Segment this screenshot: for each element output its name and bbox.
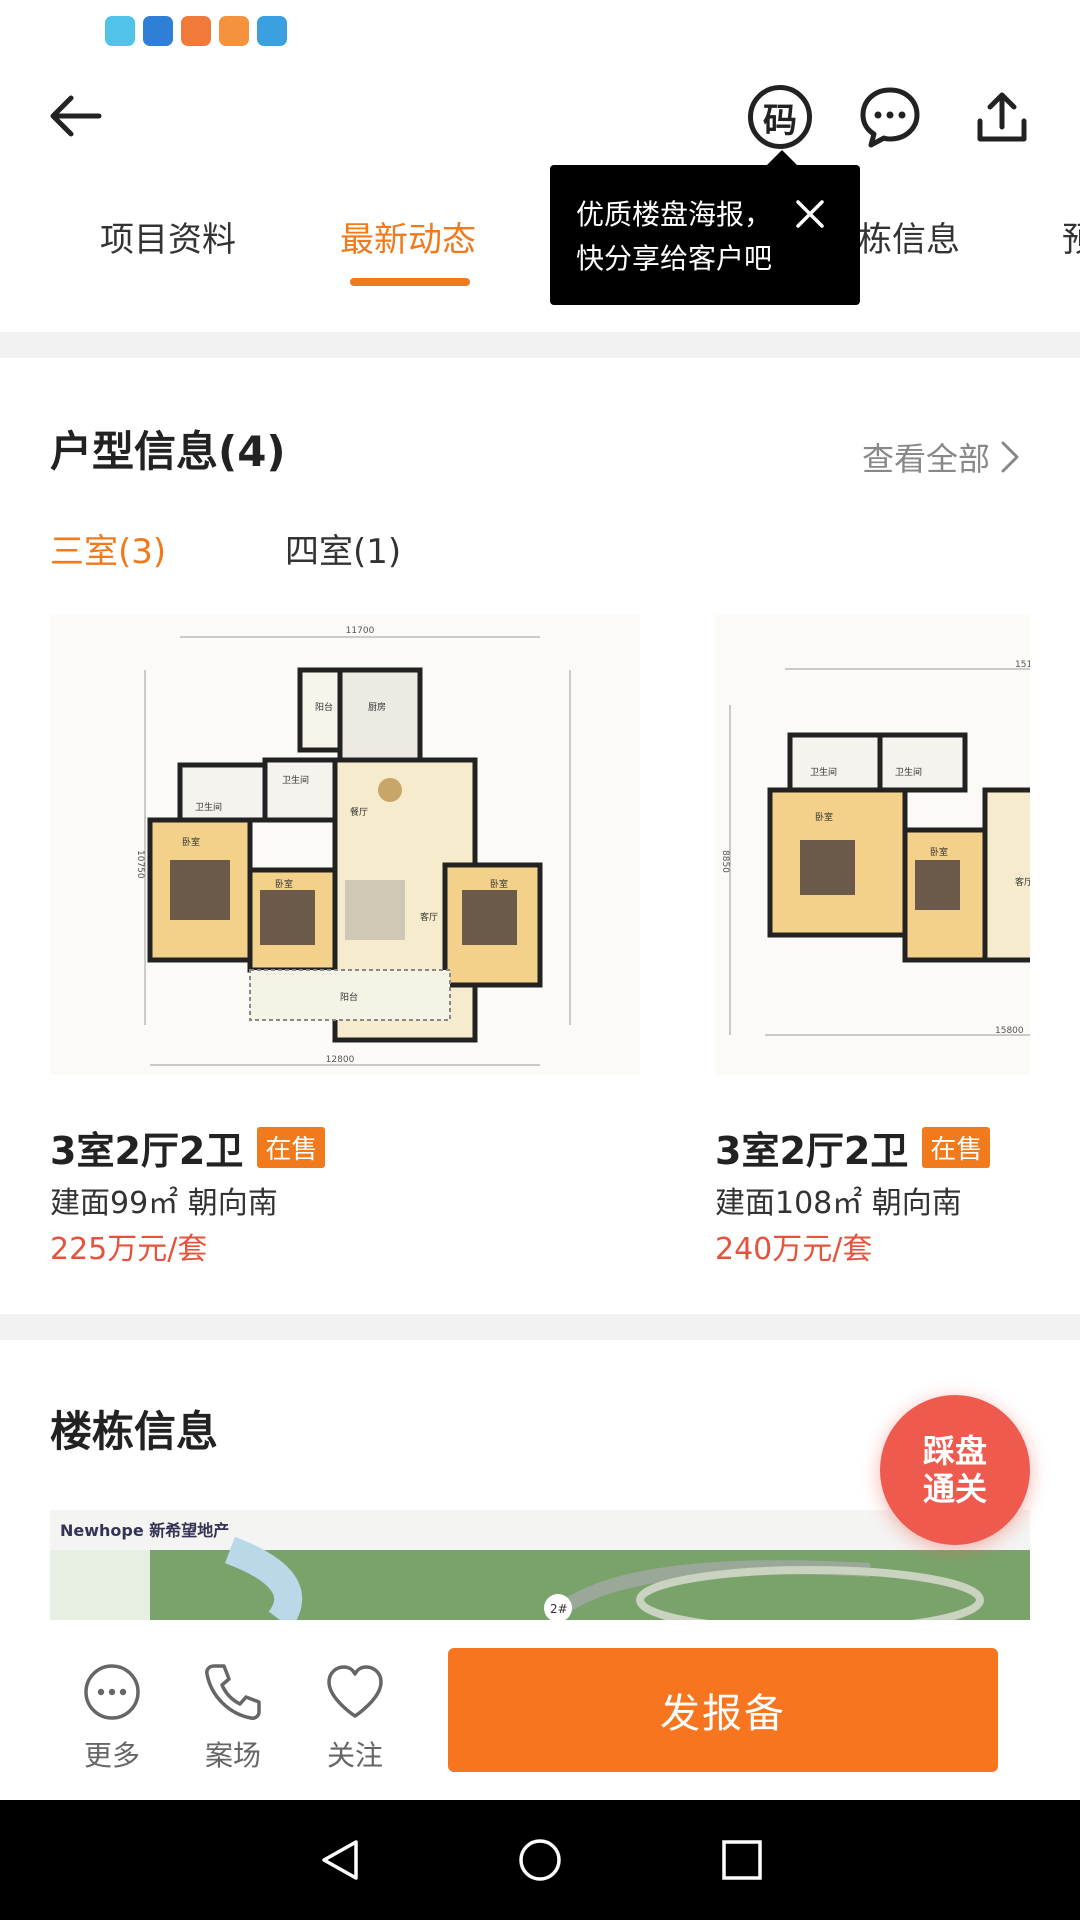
share-button[interactable] (970, 85, 1034, 149)
tab-project-info[interactable]: 项目资料 (100, 212, 236, 261)
telegram-icon (257, 16, 287, 46)
share-upload-icon (977, 92, 1027, 142)
site-visit-fab[interactable]: 踩盘 通关 (880, 1395, 1030, 1545)
heart-icon (327, 1665, 383, 1718)
shield-app-icon (143, 16, 173, 46)
svg-text:餐厅: 餐厅 (350, 806, 368, 818)
building-section-title: 楼栋信息 (50, 1407, 219, 1456)
svg-text:阳台: 阳台 (315, 701, 333, 713)
share-poster-tooltip: 优质楼盘海报， 快分享给客户吧 (550, 165, 860, 305)
more-label: 更多 (83, 1739, 140, 1772)
svg-text:卫生间: 卫生间 (195, 801, 222, 813)
more-button[interactable]: 更多 (62, 1660, 162, 1774)
tab-latest-news[interactable]: 最新动态 (340, 212, 476, 261)
status-badge: 在售 (922, 1127, 991, 1168)
status-badge: 在售 (257, 1127, 326, 1168)
unit-layout: 3室2厅2卫 (715, 1129, 909, 1173)
floor-plan-section-title: 户型信息(4) (50, 427, 286, 476)
svg-text:卫生间: 卫生间 (810, 766, 837, 778)
site-call-button[interactable]: 案场 (183, 1660, 283, 1774)
tooltip-arrow (767, 150, 797, 165)
unit-1-area-orientation: 建面99㎡ 朝向南 (50, 1186, 278, 1221)
svg-text:卫生间: 卫生间 (282, 774, 309, 786)
svg-text:卧室: 卧室 (275, 878, 293, 890)
chevron-right-icon (1001, 441, 1019, 473)
section-divider (0, 332, 1080, 358)
more-dots-icon (84, 1664, 140, 1720)
building-site-plan-image[interactable]: Newhope 新希望地产 2# (50, 1510, 1030, 1620)
svg-text:卧室: 卧室 (930, 846, 948, 858)
fab-line-2: 通关 (922, 1470, 987, 1508)
svg-text:卧室: 卧室 (182, 836, 200, 848)
follow-button[interactable]: 关注 (305, 1660, 405, 1774)
section-divider (0, 1314, 1080, 1340)
see-all-label: 查看全部 (862, 440, 991, 478)
svg-text:11700: 11700 (346, 626, 375, 636)
svg-text:卫生间: 卫生间 (895, 766, 922, 778)
svg-text:客厅: 客厅 (1015, 876, 1030, 888)
svg-text:15800: 15800 (995, 1026, 1024, 1036)
tooltip-close-button[interactable] (792, 196, 828, 232)
nav-recents-icon[interactable] (720, 1838, 764, 1882)
svg-text:卧室: 卧室 (815, 811, 833, 823)
svg-text:12800: 12800 (326, 1055, 355, 1065)
phone-icon (205, 1664, 261, 1720)
close-icon (796, 200, 824, 228)
see-all-floor-plans-link[interactable]: 查看全部 (862, 434, 1020, 480)
svg-text:2#: 2# (550, 1602, 568, 1616)
svg-text:厨房: 厨房 (368, 701, 386, 713)
fab-line-1: 踩盘 (922, 1432, 987, 1470)
svg-text:阳台: 阳台 (340, 991, 358, 1003)
active-tab-indicator (350, 278, 470, 286)
filter-four-room[interactable]: 四室(1) (285, 524, 401, 573)
svg-text:卧室: 卧室 (490, 878, 508, 890)
floor-plan-image-1[interactable]: 11700 10750 12800 阳台 厨房 卫生间 卫生间 餐厅 卧室 卧室… (50, 615, 640, 1075)
nav-home-icon[interactable] (518, 1838, 562, 1882)
svg-text:8850: 8850 (720, 850, 730, 873)
back-arrow-icon (50, 95, 102, 137)
game-app-icon (181, 16, 211, 46)
svg-text:客厅: 客厅 (420, 911, 438, 923)
back-button[interactable] (40, 85, 110, 147)
message-app-icon (105, 16, 135, 46)
chat-bubble-icon (860, 87, 920, 148)
follow-label: 关注 (326, 1739, 383, 1772)
filter-three-room[interactable]: 三室(3) (50, 524, 166, 573)
uc-browser-icon (219, 16, 249, 46)
svg-text:10750: 10750 (135, 850, 145, 879)
unit-1-price: 225万元/套 (50, 1232, 208, 1267)
unit-layout: 3室2厅2卫 (50, 1129, 244, 1173)
code-label: 码 (763, 100, 797, 141)
unit-2-area-orientation: 建面108㎡ 朝向南 (715, 1186, 962, 1221)
unit-card-2-title[interactable]: 3室2厅2卫 在售 (715, 1120, 991, 1175)
tab-building-info[interactable]: 栋信息 (858, 212, 960, 261)
tab-presale[interactable]: 预 (1062, 212, 1080, 261)
floor-plan-image-2[interactable]: 15100 8850 15800 卫生间 卫生间 卧室 卧室 客厅 (715, 615, 1030, 1075)
unit-2-price: 240万元/套 (715, 1232, 873, 1267)
unit-card-1-title[interactable]: 3室2厅2卫 在售 (50, 1120, 326, 1175)
message-button[interactable] (858, 85, 922, 149)
submit-report-button[interactable]: 发报备 (448, 1648, 998, 1772)
poster-code-button[interactable]: 码 (748, 85, 812, 149)
nav-back-icon[interactable] (318, 1838, 362, 1882)
svg-text:15100: 15100 (1015, 660, 1030, 670)
system-navigation-bar (0, 1800, 1080, 1920)
site-label: 案场 (204, 1739, 261, 1772)
status-bar-icons (105, 16, 287, 46)
tooltip-line-2: 快分享给客户吧 (576, 242, 773, 275)
svg-text:Newhope 新希望地产: Newhope 新希望地产 (60, 1521, 229, 1540)
